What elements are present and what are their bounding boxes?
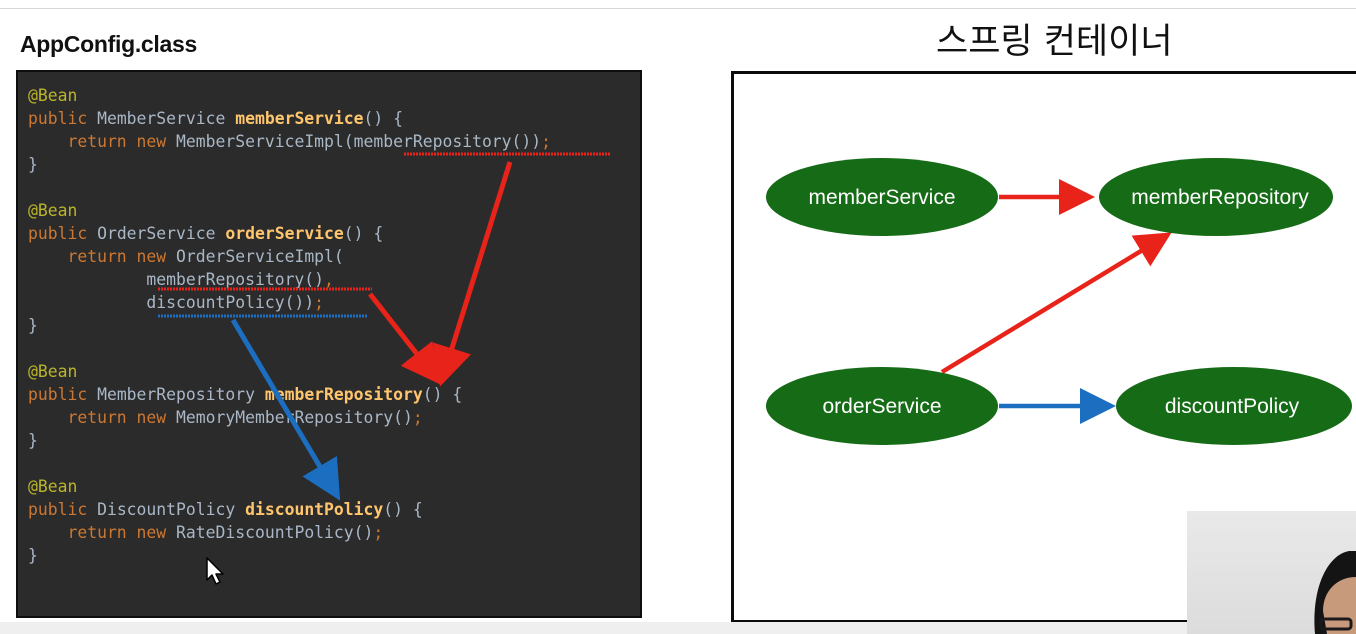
code-token: return new xyxy=(28,247,177,266)
code-token: discountPolicy xyxy=(245,500,384,519)
code-token: return new xyxy=(28,408,177,427)
code-line: @Bean xyxy=(28,84,551,107)
container-title: 스프링 컨테이너 xyxy=(936,22,1173,62)
code-token: () { xyxy=(422,385,463,404)
code-token: () { xyxy=(343,224,384,243)
code-line: @Bean xyxy=(28,199,551,222)
code-token: ; xyxy=(373,523,384,542)
code-token: OrderServiceImpl( xyxy=(176,247,344,266)
code-token: MemoryMemberRepository() xyxy=(176,408,413,427)
code-block: @Bean public MemberService memberService(… xyxy=(28,84,551,567)
code-line: } xyxy=(28,153,551,176)
code-line: return new MemoryMemberRepository(); xyxy=(28,406,551,429)
code-token: MemberRepository xyxy=(97,385,265,404)
code-panel: @Bean public MemberService memberService(… xyxy=(16,70,642,618)
code-token: () { xyxy=(363,109,404,128)
code-token: orderService xyxy=(225,224,344,243)
code-line: return new OrderServiceImpl( xyxy=(28,245,551,268)
code-token: @Bean xyxy=(28,86,78,105)
code-line: public MemberRepository memberRepository… xyxy=(28,383,551,406)
code-token: ; xyxy=(314,293,325,312)
code-line: discountPolicy()); xyxy=(28,291,551,314)
code-token: public xyxy=(28,224,98,243)
node-discount-policy: discountPolicy xyxy=(1116,367,1352,445)
code-token: memberRepository() xyxy=(28,270,325,289)
code-token: RateDiscountPolicy() xyxy=(176,523,374,542)
code-token: } xyxy=(28,431,38,450)
code-title: AppConfig.class xyxy=(20,31,197,57)
code-line: public OrderService orderService() { xyxy=(28,222,551,245)
code-token: @Bean xyxy=(28,362,78,381)
code-token: OrderService xyxy=(97,224,226,243)
node-order-service: orderService xyxy=(766,367,998,445)
code-line: return new MemberServiceImpl(memberRepos… xyxy=(28,130,551,153)
node-discount-policy-label: discountPolicy xyxy=(1165,395,1300,418)
presenter-avatar xyxy=(1314,551,1356,634)
code-line: } xyxy=(28,314,551,337)
code-token: ; xyxy=(541,132,552,151)
code-line: memberRepository(), xyxy=(28,268,551,291)
code-token: discountPolicy()) xyxy=(28,293,315,312)
node-member-repository-label: memberRepository xyxy=(1131,186,1309,209)
code-token: () { xyxy=(383,500,423,519)
code-token: @Bean xyxy=(28,477,78,496)
presenter-webcam xyxy=(1187,511,1356,634)
code-token: } xyxy=(28,155,38,174)
node-order-service-label: orderService xyxy=(822,395,941,418)
code-token: ; xyxy=(412,408,423,427)
code-token: public xyxy=(28,385,98,404)
code-token: , xyxy=(324,270,334,289)
code-token: @Bean xyxy=(28,201,78,220)
top-divider xyxy=(0,8,1356,9)
node-member-service-label: memberService xyxy=(808,186,955,209)
bottom-divider xyxy=(0,622,1187,634)
code-line: public DiscountPolicy discountPolicy() { xyxy=(28,498,551,521)
code-line: return new RateDiscountPolicy(); xyxy=(28,521,551,544)
edge-orderservice-memberrepository xyxy=(940,232,1172,374)
code-token: } xyxy=(28,546,38,565)
code-token: return new xyxy=(28,523,177,542)
code-token: } xyxy=(28,316,38,335)
node-member-service: memberService xyxy=(766,158,998,236)
node-member-repository: memberRepository xyxy=(1099,158,1333,236)
code-token: DiscountPolicy xyxy=(97,500,246,519)
code-token: return new xyxy=(28,132,177,151)
code-line: } xyxy=(28,544,551,567)
code-token: memberService xyxy=(235,109,364,128)
code-token: public xyxy=(28,109,98,128)
code-line: public MemberService memberService() { xyxy=(28,107,551,130)
code-token: MemberService xyxy=(97,109,236,128)
code-token: memberRepository xyxy=(264,385,423,404)
code-token: public xyxy=(28,500,98,519)
code-line: } xyxy=(28,429,551,452)
code-line: @Bean xyxy=(28,360,551,383)
code-line: @Bean xyxy=(28,475,551,498)
code-token: MemberServiceImpl(memberRepository()) xyxy=(176,132,542,151)
